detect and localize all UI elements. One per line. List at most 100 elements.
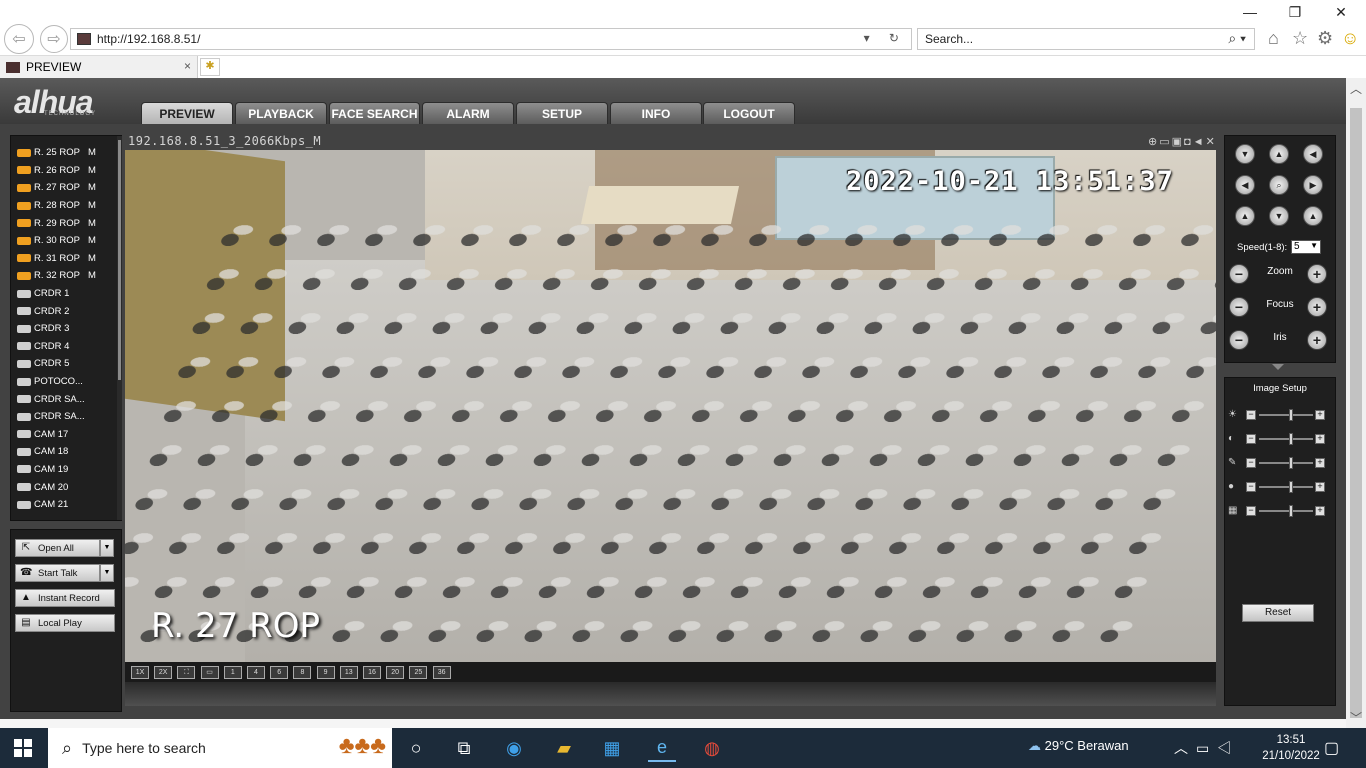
slider-increase-button[interactable]: +: [1315, 410, 1325, 420]
slider-knob[interactable]: [1288, 505, 1293, 517]
chrome-icon[interactable]: ◍: [698, 734, 726, 762]
layout-option-button[interactable]: 1X: [131, 666, 149, 679]
favorites-star-icon[interactable]: ☆: [1292, 28, 1308, 49]
camera-list-item[interactable]: CRDR 3: [11, 320, 121, 338]
window-icon[interactable]: ▭: [1159, 136, 1171, 148]
camera-list-item[interactable]: CRDR 2: [11, 302, 121, 320]
layout-option-button[interactable]: 6: [270, 666, 289, 679]
instant-record-button[interactable]: ▲ Instant Record: [15, 589, 115, 607]
slider-increase-button[interactable]: +: [1315, 482, 1325, 492]
camera-list-item[interactable]: CAM 18: [11, 443, 121, 461]
slider-decrease-button[interactable]: −: [1246, 506, 1256, 516]
camera-list-item[interactable]: R. 27 ROP M: [11, 179, 121, 197]
scroll-down-icon[interactable]: ﹀: [1350, 709, 1362, 726]
browser-search-input[interactable]: Search... ⌕ ▾: [917, 28, 1255, 50]
camera-list-item[interactable]: CRDR SA...: [11, 408, 121, 426]
slider-knob[interactable]: [1288, 433, 1293, 445]
slider-decrease-button[interactable]: −: [1246, 410, 1256, 420]
back-button[interactable]: ⇦: [4, 24, 34, 54]
slider-track[interactable]: [1259, 510, 1313, 512]
notification-icon[interactable]: ▢: [1324, 738, 1339, 758]
ptz-left-button[interactable]: ◀: [1235, 175, 1255, 195]
camera-list-item[interactable]: R. 32 ROP M: [11, 267, 121, 285]
camera-list-item[interactable]: CAM 20: [11, 478, 121, 496]
cortana-icon[interactable]: ○: [402, 734, 430, 762]
slider-track[interactable]: [1259, 462, 1313, 464]
file-explorer-icon[interactable]: ▰: [550, 734, 578, 762]
camera-list-item[interactable]: CRDR 4: [11, 338, 121, 356]
camera-list-item[interactable]: CRDR SA...: [11, 390, 121, 408]
iris-plus-button[interactable]: +: [1307, 330, 1327, 350]
layout-option-button[interactable]: 36: [432, 666, 451, 679]
edge-icon[interactable]: ◉: [500, 734, 528, 762]
slider-increase-button[interactable]: +: [1315, 434, 1325, 444]
page-scroll-thumb[interactable]: [1350, 108, 1362, 718]
audio-icon[interactable]: ◄: [1193, 136, 1206, 148]
taskbar-search-box[interactable]: ⌕ Type here to search ♣♣♣: [48, 728, 392, 768]
slider-decrease-button[interactable]: −: [1246, 434, 1256, 444]
live-video-feed[interactable]: [125, 150, 1216, 662]
settings-gear-icon[interactable]: ⚙: [1317, 28, 1333, 49]
layout-option-button[interactable]: ▭: [200, 666, 219, 679]
layout-option-button[interactable]: ⛶: [177, 666, 196, 679]
internet-explorer-icon[interactable]: e: [648, 734, 676, 762]
camera-list-scrollbar[interactable]: [117, 136, 122, 520]
zoom-in-icon[interactable]: ⊕: [1148, 136, 1159, 148]
page-scrollbar[interactable]: ︿ ﹀: [1346, 78, 1366, 728]
layout-option-button[interactable]: 16: [363, 666, 381, 679]
layout-option-button[interactable]: 4: [247, 666, 265, 679]
camera-list-item[interactable]: CAM 19: [11, 461, 121, 479]
search-icon[interactable]: ⌕ ▾: [1228, 30, 1246, 47]
layout-option-button[interactable]: 9: [316, 666, 335, 679]
ptz-down-button[interactable]: ▼: [1269, 206, 1289, 226]
reset-button[interactable]: Reset: [1242, 604, 1314, 622]
tray-chevron-icon[interactable]: ︿: [1174, 740, 1196, 756]
close-window-button[interactable]: ✕: [1326, 4, 1356, 21]
snapshot-icon[interactable]: ▣: [1172, 136, 1184, 148]
store-icon[interactable]: ▦: [598, 734, 626, 762]
camera-list-item[interactable]: CAM 17: [11, 426, 121, 444]
ptz-up-right-button[interactable]: ◀: [1303, 144, 1323, 164]
camera-list-item[interactable]: CAM 21: [11, 496, 121, 514]
slider-knob[interactable]: [1288, 409, 1293, 421]
start-talk-dropdown[interactable]: ▼: [100, 564, 114, 582]
focus-plus-button[interactable]: +: [1307, 297, 1327, 317]
zoom-in-button[interactable]: +: [1307, 264, 1327, 284]
forward-button[interactable]: ⇨: [40, 25, 68, 53]
task-view-icon[interactable]: ⧉: [450, 734, 478, 762]
refresh-icon[interactable]: ▾ ↻: [864, 31, 907, 45]
ptz-right-button[interactable]: ▶: [1303, 175, 1323, 195]
taskbar-clock[interactable]: 13:51 21/10/2022: [1256, 732, 1326, 764]
camera-list-item[interactable]: R. 28 ROP M: [11, 197, 121, 215]
record-video-icon[interactable]: ◘: [1184, 136, 1193, 148]
camera-list-item[interactable]: R. 29 ROP M: [11, 214, 121, 232]
new-tab-button[interactable]: ✱: [200, 58, 220, 76]
slider-knob[interactable]: [1288, 457, 1293, 469]
scroll-up-icon[interactable]: ︿: [1350, 80, 1362, 97]
tab-alarm[interactable]: ALARM: [422, 102, 514, 124]
camera-list-item[interactable]: R. 26 ROP M: [11, 162, 121, 180]
local-play-button[interactable]: ▤ Local Play: [15, 614, 115, 632]
layout-option-button[interactable]: 8: [293, 666, 312, 679]
slider-knob[interactable]: [1288, 481, 1293, 493]
slider-decrease-button[interactable]: −: [1246, 458, 1256, 468]
ptz-up-button[interactable]: ▲: [1269, 144, 1289, 164]
slider-increase-button[interactable]: +: [1315, 506, 1325, 516]
ptz-up-left-button[interactable]: ▼: [1235, 144, 1255, 164]
tab-close-icon[interactable]: ×: [184, 59, 191, 73]
network-icon[interactable]: ▭: [1196, 740, 1217, 756]
slider-increase-button[interactable]: +: [1315, 458, 1325, 468]
smiley-feedback-icon[interactable]: ☺: [1341, 28, 1359, 49]
weather-widget[interactable]: ☁ 29°C Berawan: [1028, 738, 1129, 754]
camera-list-item[interactable]: R. 30 ROP M: [11, 232, 121, 250]
tab-playback[interactable]: PLAYBACK: [235, 102, 327, 124]
slider-track[interactable]: [1259, 438, 1313, 440]
ptz-down-right-button[interactable]: ▲: [1303, 206, 1323, 226]
slider-decrease-button[interactable]: −: [1246, 482, 1256, 492]
slider-track[interactable]: [1259, 414, 1313, 416]
restore-button[interactable]: ❐: [1280, 4, 1310, 21]
slider-track[interactable]: [1259, 486, 1313, 488]
open-all-button[interactable]: ⇱ Open All: [15, 539, 100, 557]
close-video-icon[interactable]: ✕: [1206, 136, 1217, 148]
layout-option-button[interactable]: 13: [339, 666, 358, 679]
